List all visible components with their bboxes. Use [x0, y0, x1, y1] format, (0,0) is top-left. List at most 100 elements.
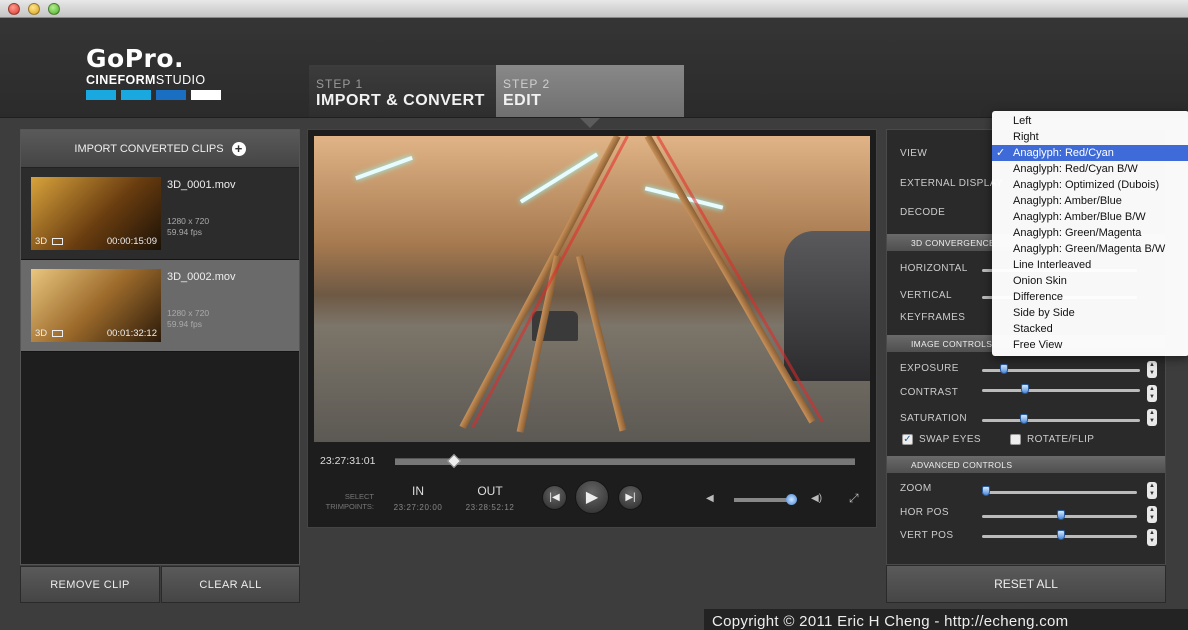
- contrast-knob[interactable]: [1021, 384, 1029, 394]
- zoom-slider[interactable]: [982, 491, 1137, 494]
- horizontal-label: HORIZONTAL: [900, 263, 968, 274]
- 3d-badge: 3D: [35, 328, 48, 339]
- zoom-knob[interactable]: [982, 486, 990, 496]
- view-menu-item-label: Anaglyph: Red/Cyan B/W: [1013, 163, 1138, 175]
- view-menu-item-label: Anaglyph: Red/Cyan: [1013, 147, 1114, 159]
- volume-knob[interactable]: [786, 494, 797, 505]
- view-mode-dropdown-menu[interactable]: Left Right ✓ Anaglyph: Red/Cyan Anaglyph: Re…: [992, 111, 1188, 356]
- saturation-knob[interactable]: [1020, 414, 1028, 424]
- contrast-slider[interactable]: [982, 389, 1140, 392]
- import-label: IMPORT CONVERTED CLIPS: [74, 142, 224, 155]
- view-menu-item[interactable]: Anaglyph: Green/Magenta: [992, 225, 1188, 241]
- view-menu-item[interactable]: Stacked: [992, 321, 1188, 337]
- exposure-stepper[interactable]: ▲ ▼: [1147, 361, 1157, 378]
- exposure-label: EXPOSURE: [900, 363, 959, 374]
- view-menu-item[interactable]: Anaglyph: Optimized (Dubois): [992, 177, 1188, 193]
- view-menu-item-label: Anaglyph: Amber/Blue: [1013, 195, 1122, 207]
- rotate-flip-label: ROTATE/FLIP: [1027, 434, 1095, 445]
- remove-clip-button[interactable]: REMOVE CLIP: [20, 566, 160, 603]
- vert-pos-stepper[interactable]: ▲ ▼: [1147, 529, 1157, 546]
- clip-resolution: 1280 x 720: [167, 308, 210, 318]
- import-converted-clips-button[interactable]: IMPORT CONVERTED CLIPS +: [21, 130, 299, 168]
- view-menu-item-label: Free View: [1013, 339, 1063, 351]
- logo-color-bar: [156, 90, 186, 100]
- previous-frame-button[interactable]: |◀: [542, 485, 567, 510]
- swap-eyes-checkbox[interactable]: ✓: [902, 434, 913, 445]
- hor-pos-stepper[interactable]: ▲ ▼: [1147, 506, 1157, 523]
- transport-controls: SELECT TRIMPOINTS: IN 23:27:20:00 OUT 23…: [308, 470, 876, 525]
- step-2-label: STEP 2: [503, 77, 551, 91]
- view-menu-item[interactable]: Anaglyph: Red/Cyan B/W: [992, 161, 1188, 177]
- tab-step-1-import-convert[interactable]: STEP 1 IMPORT & CONVERT: [309, 65, 496, 117]
- view-label: VIEW: [900, 148, 928, 159]
- skip-forward-icon: ▶|: [625, 492, 636, 503]
- gopro-cineform-logo: GoPro. CINEFORMSTUDIO: [86, 46, 231, 100]
- rotate-flip-checkbox[interactable]: [1010, 434, 1021, 445]
- view-menu-item[interactable]: Difference: [992, 289, 1188, 305]
- close-window-button[interactable]: [8, 3, 20, 15]
- logo-color-bar: [121, 90, 151, 100]
- plus-circle-icon: +: [231, 141, 246, 156]
- saturation-slider[interactable]: [982, 419, 1140, 422]
- hor-pos-label: HOR POS: [900, 507, 949, 518]
- exposure-knob[interactable]: [1000, 364, 1008, 374]
- minimize-window-button[interactable]: [28, 3, 40, 15]
- clip-resolution: 1280 x 720: [167, 216, 210, 226]
- timeline-scrubber[interactable]: [395, 453, 855, 469]
- select-trimpoints-label: SELECT TRIMPOINTS:: [325, 492, 374, 511]
- view-menu-item[interactable]: Line Interleaved: [992, 257, 1188, 273]
- in-point[interactable]: IN 23:27:20:00: [386, 484, 450, 512]
- fullscreen-icon[interactable]: ⤢: [849, 491, 859, 506]
- clip-item[interactable]: 3D 00:00:15:09 3D_0001.mov 1280 x 720 59.…: [21, 168, 299, 260]
- zoom-label: ZOOM: [900, 483, 932, 494]
- volume-slider[interactable]: [734, 498, 794, 502]
- zoom-stepper[interactable]: ▲ ▼: [1147, 482, 1157, 499]
- play-button[interactable]: ▶: [575, 480, 609, 514]
- view-menu-item[interactable]: Anaglyph: Amber/Blue: [992, 193, 1188, 209]
- vert-pos-knob[interactable]: [1057, 530, 1065, 540]
- view-menu-item[interactable]: ✓ Anaglyph: Red/Cyan: [992, 145, 1188, 161]
- playhead-handle[interactable]: [446, 453, 462, 469]
- hor-pos-knob[interactable]: [1057, 510, 1065, 520]
- clip-item-selected[interactable]: 3D 00:01:32:12 3D_0002.mov 1280 x 720 59.…: [21, 260, 299, 352]
- reset-all-button[interactable]: RESET ALL: [886, 565, 1166, 603]
- clip-metadata: 1280 x 720 59.94 fps: [167, 216, 209, 238]
- play-icon: ▶: [585, 489, 599, 506]
- view-menu-item-label: Anaglyph: Green/Magenta B/W: [1013, 243, 1166, 255]
- out-point[interactable]: OUT 23:28:52:12: [458, 484, 522, 512]
- clip-list-panel: IMPORT CONVERTED CLIPS + 3D 00:00:15:09 3…: [20, 129, 300, 565]
- next-frame-button[interactable]: ▶|: [618, 485, 643, 510]
- contrast-label: CONTRAST: [900, 387, 959, 398]
- logo-subtitle: CINEFORMSTUDIO: [86, 73, 206, 87]
- view-menu-item[interactable]: Side by Side: [992, 305, 1188, 321]
- out-label: OUT: [477, 484, 503, 498]
- copyright-watermark: Copyright © 2011 Eric H Cheng - http://e…: [704, 609, 1188, 630]
- step-1-label: STEP 1: [316, 77, 364, 91]
- clear-all-button[interactable]: CLEAR ALL: [161, 566, 300, 603]
- view-menu-item[interactable]: Right: [992, 129, 1188, 145]
- tab-step-2-edit[interactable]: STEP 2 EDIT: [496, 65, 684, 117]
- contrast-stepper[interactable]: ▲ ▼: [1147, 385, 1157, 402]
- view-menu-item-label: Anaglyph: Green/Magenta: [1013, 227, 1142, 239]
- current-timecode: 23:27:31:01: [320, 455, 376, 467]
- saturation-stepper[interactable]: ▲ ▼: [1147, 409, 1157, 426]
- view-menu-item[interactable]: Free View: [992, 337, 1188, 353]
- clip-metadata: 1280 x 720 59.94 fps: [167, 308, 209, 330]
- logo-wordmark: GoPro.: [86, 44, 185, 73]
- step-2-title: EDIT: [503, 92, 542, 109]
- view-menu-item[interactable]: Anaglyph: Green/Magenta B/W: [992, 241, 1188, 257]
- logo-color-bar: [86, 90, 116, 100]
- view-menu-item-label: Stacked: [1013, 323, 1053, 335]
- clip-fps: 59.94 fps: [167, 227, 202, 237]
- logo-color-bars: [86, 90, 231, 100]
- view-menu-item[interactable]: Onion Skin: [992, 273, 1188, 289]
- logo-color-bar: [191, 90, 221, 100]
- clip-duration: 00:01:32:12: [106, 328, 157, 339]
- skip-back-icon: |◀: [549, 492, 560, 503]
- video-preview[interactable]: [314, 136, 870, 442]
- view-menu-item[interactable]: Left: [992, 113, 1188, 129]
- view-menu-item[interactable]: Anaglyph: Amber/Blue B/W: [992, 209, 1188, 225]
- clip-fps: 59.94 fps: [167, 319, 202, 329]
- window-titlebar: [0, 0, 1188, 18]
- zoom-window-button[interactable]: [48, 3, 60, 15]
